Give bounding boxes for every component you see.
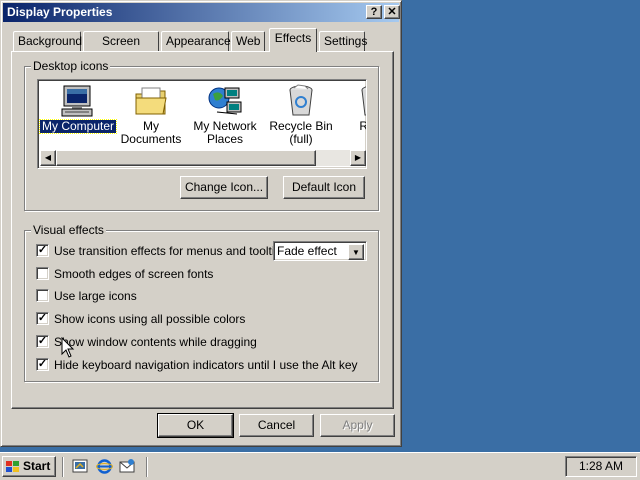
large-icons-checkbox[interactable] [36,289,49,302]
cancel-button[interactable]: Cancel [239,414,314,437]
scroll-left-button[interactable]: ◀ [40,150,56,166]
ok-button[interactable]: OK [157,413,234,438]
tab-appearance[interactable]: Appearance [161,31,231,51]
close-icon: ✕ [387,6,397,18]
help-icon: ? [370,6,378,18]
checkbox-label: Use large icons [54,289,137,303]
checkbox-label: Show icons using all possible colors [54,312,246,326]
outlook-express-icon[interactable] [119,458,136,475]
horizontal-scrollbar[interactable]: ◀ ▶ [40,150,366,166]
checkmark-icon: ✓ [37,244,48,256]
start-label: Start [23,459,51,473]
list-item-recycle-bin-empty[interactable]: Recy (e [334,82,366,146]
default-icon-button[interactable]: Default Icon [283,176,365,199]
show-desktop-icon[interactable] [72,458,89,475]
clock-time: 1:28 AM [578,459,624,473]
chevron-down-icon: ▼ [352,248,360,257]
title-bar[interactable]: Display Properties ? ✕ [3,3,400,22]
dropdown-arrow-button[interactable]: ▼ [348,244,364,260]
taskbar-separator [146,457,148,477]
checkbox-label: Smooth edges of screen fonts [54,267,214,281]
help-button[interactable]: ? [366,5,382,19]
apply-button[interactable]: Apply [320,414,395,437]
tab-background[interactable]: Background [13,31,83,51]
checkmark-icon: ✓ [37,335,48,347]
desktop-icons-list[interactable]: My Computer My Documents My Network Plac… [37,79,367,169]
system-tray-clock[interactable]: 1:28 AM [565,456,637,477]
tab-label: Effects [274,31,312,45]
visual-effects-group-label: Visual effects [31,223,106,237]
start-button[interactable]: Start [2,456,56,477]
taskbar-separator [62,457,64,477]
tab-label: Appearance [166,34,231,48]
button-label: Apply [342,418,373,432]
button-label: Cancel [257,418,296,432]
item-label: My Documents [120,119,182,146]
tab-label: Web [236,34,261,48]
arrow-right-icon: ▶ [354,153,362,162]
select-value: Fade effect [277,244,337,258]
list-item-my-computer[interactable]: My Computer [38,82,118,134]
window-title: Display Properties [7,5,113,19]
checkmark-icon: ✓ [37,312,48,324]
arrow-left-icon: ◀ [44,153,52,162]
button-label: Default Icon [291,180,357,194]
tab-effects[interactable]: Effects [269,28,317,52]
window-contents-drag-checkbox[interactable]: ✓ [36,335,49,348]
tab-label: Settings [324,34,368,48]
recycle-bin-full-icon [283,84,319,118]
all-colors-checkbox[interactable]: ✓ [36,312,49,325]
desktop-icons-group-label: Desktop icons [31,59,111,73]
folder-icon [133,84,169,118]
hide-keyboard-indicators-checkbox[interactable]: ✓ [36,358,49,371]
transition-effects-checkbox[interactable]: ✓ [36,244,49,257]
tab-screen-saver[interactable]: Screen Saver [83,31,159,67]
list-item-my-documents[interactable]: My Documents [112,82,190,146]
item-label: Recy (e [351,120,366,146]
checkbox-label: Hide keyboard navigation indicators unti… [54,358,358,372]
internet-explorer-icon[interactable] [96,458,113,475]
change-icon-button[interactable]: Change Icon... [180,176,268,199]
recycle-bin-empty-icon [355,84,366,118]
list-item-recycle-bin-full[interactable]: Recycle Bin (full) [262,82,340,146]
item-label: Recycle Bin (full) [269,119,333,146]
list-item-my-network-places[interactable]: My Network Places [186,82,264,146]
checkmark-icon: ✓ [37,358,48,370]
taskbar: Start 1:28 AM [0,452,640,480]
tab-web[interactable]: Web [231,31,265,51]
item-label: My Network Places [193,119,257,146]
scroll-thumb[interactable] [56,150,316,166]
checkbox-label: Show window contents while dragging [54,335,257,349]
windows-logo-icon [6,461,19,472]
scroll-right-button[interactable]: ▶ [350,150,366,166]
close-button[interactable]: ✕ [384,5,400,19]
checkbox-label: Use transition effects for menus and too… [54,244,288,258]
computer-icon [60,84,96,118]
tab-label: Background [18,34,83,48]
mouse-cursor-icon [61,337,75,358]
tab-settings[interactable]: Settings [319,31,368,51]
button-label: OK [186,418,205,432]
smooth-fonts-checkbox[interactable] [36,267,49,280]
item-label: My Computer [38,119,118,134]
button-label: Change Icon... [184,180,264,194]
transition-effect-select[interactable]: Fade effect ▼ [273,241,367,261]
network-icon [207,84,243,118]
